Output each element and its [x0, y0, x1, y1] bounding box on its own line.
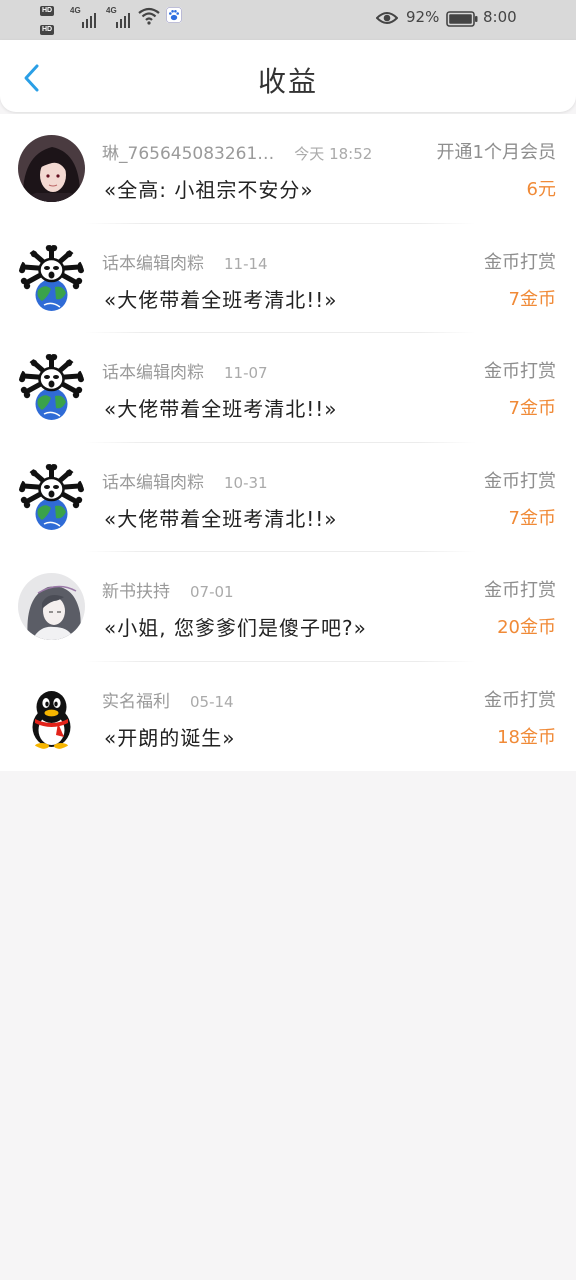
record-date: 11-14	[224, 254, 268, 273]
clock: 8:00	[483, 8, 517, 26]
sender-line: 实名福利 05-14	[102, 687, 234, 712]
skull-globe-avatar	[18, 244, 85, 312]
record-type: 金币打赏	[484, 361, 556, 382]
sender-line: 琳_765645083261… 今天 18:52	[102, 139, 372, 164]
record-date: 07-01	[190, 583, 234, 601]
eye-icon	[376, 12, 398, 24]
sender-name: 实名福利	[102, 691, 170, 712]
record-type: 开通1个月会员	[436, 142, 556, 163]
sender-name: 话本编辑肉粽	[102, 363, 204, 383]
book-title: «全高: 小祖宗不安分»	[104, 178, 314, 202]
book-title: «大佬带着全班考清北!!»	[104, 397, 338, 421]
status-bar: HD HD 4G 4G 92% 8:00	[0, 0, 576, 40]
ink-portrait-avatar	[18, 573, 85, 640]
record-date: 10-31	[224, 473, 268, 492]
sender-line: 话本编辑肉粽 10-31	[102, 468, 268, 493]
book-title: «开朗的诞生»	[104, 725, 236, 750]
list-item[interactable]: 话本编辑肉粽 11-14 金币打赏 «大佬带着全班考清北!!» 7金币	[0, 224, 576, 333]
record-type: 金币打赏	[484, 580, 556, 601]
paw-icon	[166, 7, 182, 23]
book-title: «小姐, 您爹爹们是傻子吧?»	[104, 616, 367, 640]
network-type-label: 4G	[70, 6, 81, 15]
record-date: 05-14	[190, 692, 234, 711]
battery-percent: 92%	[406, 8, 440, 26]
list-item[interactable]: 话本编辑肉粽 10-31 金币打赏 «大佬带着全班考清北!!» 7金币	[0, 443, 576, 552]
skull-globe-avatar	[18, 463, 85, 531]
hd-badge: HD	[40, 6, 54, 16]
record-type: 金币打赏	[484, 689, 556, 711]
book-title: «大佬带着全班考清北!!»	[104, 287, 338, 312]
sender-line: 话本编辑肉粽 11-14	[102, 249, 268, 274]
anime-girl-avatar	[18, 135, 85, 202]
record-amount: 7金币	[508, 398, 556, 419]
nav-bar: 收益	[0, 40, 576, 112]
record-amount: 6元	[526, 179, 556, 200]
record-amount: 20金币	[497, 617, 556, 638]
hd-badge: HD	[40, 25, 54, 35]
earnings-list: 琳_765645083261… 今天 18:52 开通1个月会员 «全高: 小祖宗…	[0, 114, 576, 771]
sender-name: 琳_765645083261…	[102, 144, 275, 164]
sender-name: 话本编辑肉粽	[102, 253, 204, 274]
status-bar-right: 92% 8:00	[376, 8, 536, 32]
list-item[interactable]: 实名福利 05-14 金币打赏 «开朗的诞生» 18金币	[0, 662, 576, 772]
penguin-avatar	[18, 682, 85, 750]
wifi-icon	[138, 7, 160, 25]
battery-icon	[446, 11, 478, 27]
sender-line: 话本编辑肉粽 11-07	[102, 358, 268, 383]
sender-name: 新书扶持	[102, 582, 170, 602]
book-title: «大佬带着全班考清北!!»	[104, 506, 338, 531]
record-type: 金币打赏	[484, 470, 556, 492]
record-date: 11-07	[224, 364, 268, 382]
sender-line: 新书扶持 07-01	[102, 577, 234, 602]
sender-name: 话本编辑肉粽	[102, 472, 204, 493]
record-amount: 18金币	[497, 726, 556, 748]
record-amount: 7金币	[508, 507, 556, 529]
page-title: 收益	[257, 65, 318, 98]
signal-icon	[82, 10, 100, 28]
skull-globe-avatar	[18, 354, 85, 421]
signal-icon	[116, 10, 134, 28]
list-item[interactable]: 新书扶持 07-01 金币打赏 «小姐, 您爹爹们是傻子吧?» 20金币	[0, 552, 576, 662]
list-item[interactable]: 话本编辑肉粽 11-07 金币打赏 «大佬带着全班考清北!!» 7金币	[0, 333, 576, 443]
record-amount: 7金币	[508, 288, 556, 310]
list-item[interactable]: 琳_765645083261… 今天 18:52 开通1个月会员 «全高: 小祖宗…	[0, 114, 576, 224]
record-date: 今天 18:52	[294, 145, 373, 163]
record-type: 金币打赏	[484, 251, 556, 273]
